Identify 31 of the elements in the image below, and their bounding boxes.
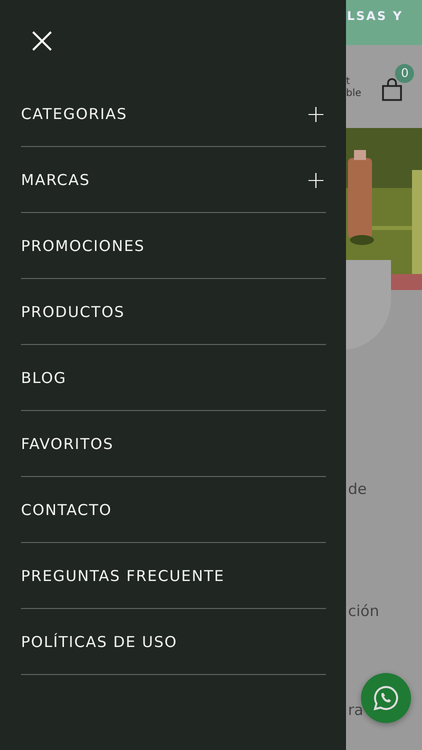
body-text: de bbox=[348, 480, 367, 498]
phone-bubble-icon bbox=[372, 684, 400, 712]
menu-item-label: CATEGORIAS bbox=[21, 104, 128, 122]
close-icon bbox=[31, 30, 53, 52]
menu-item[interactable]: CATEGORIAS + bbox=[21, 81, 326, 147]
body-text: ción bbox=[348, 602, 380, 620]
menu-item-label: POLÍTICAS DE USO bbox=[21, 632, 178, 650]
menu-item-label: MARCAS bbox=[21, 170, 90, 188]
menu-item[interactable]: CONTACTO bbox=[21, 477, 326, 543]
body-text: ra bbox=[348, 701, 364, 719]
close-button[interactable] bbox=[31, 30, 53, 52]
menu-item[interactable]: FAVORITOS bbox=[21, 411, 326, 477]
menu-item[interactable]: PROMOCIONES bbox=[21, 213, 326, 279]
banner-text: LSAS Y bbox=[347, 8, 404, 22]
menu-item-label: FAVORITOS bbox=[21, 434, 114, 452]
expand-icon[interactable]: + bbox=[306, 168, 326, 192]
menu-item-label: BLOG bbox=[21, 368, 67, 386]
expand-icon[interactable]: + bbox=[306, 102, 326, 126]
menu-item-label: PRODUCTOS bbox=[21, 302, 125, 320]
chat-button[interactable] bbox=[361, 673, 411, 723]
menu-item[interactable]: PREGUNTAS FRECUENTE bbox=[21, 543, 326, 609]
menu-item[interactable]: POLÍTICAS DE USO bbox=[21, 609, 326, 675]
menu-item[interactable]: BLOG bbox=[21, 345, 326, 411]
menu-item-label: PREGUNTAS FRECUENTE bbox=[21, 566, 225, 584]
bag-icon[interactable] bbox=[381, 78, 404, 102]
menu-item[interactable]: MARCAS + bbox=[21, 147, 326, 213]
menu-item-label: CONTACTO bbox=[21, 500, 112, 518]
header-text: t ble bbox=[346, 76, 362, 100]
cart-count: 0 bbox=[395, 64, 414, 82]
menu-item-label: PROMOCIONES bbox=[21, 236, 145, 254]
menu-item[interactable]: PRODUCTOS bbox=[21, 279, 326, 345]
